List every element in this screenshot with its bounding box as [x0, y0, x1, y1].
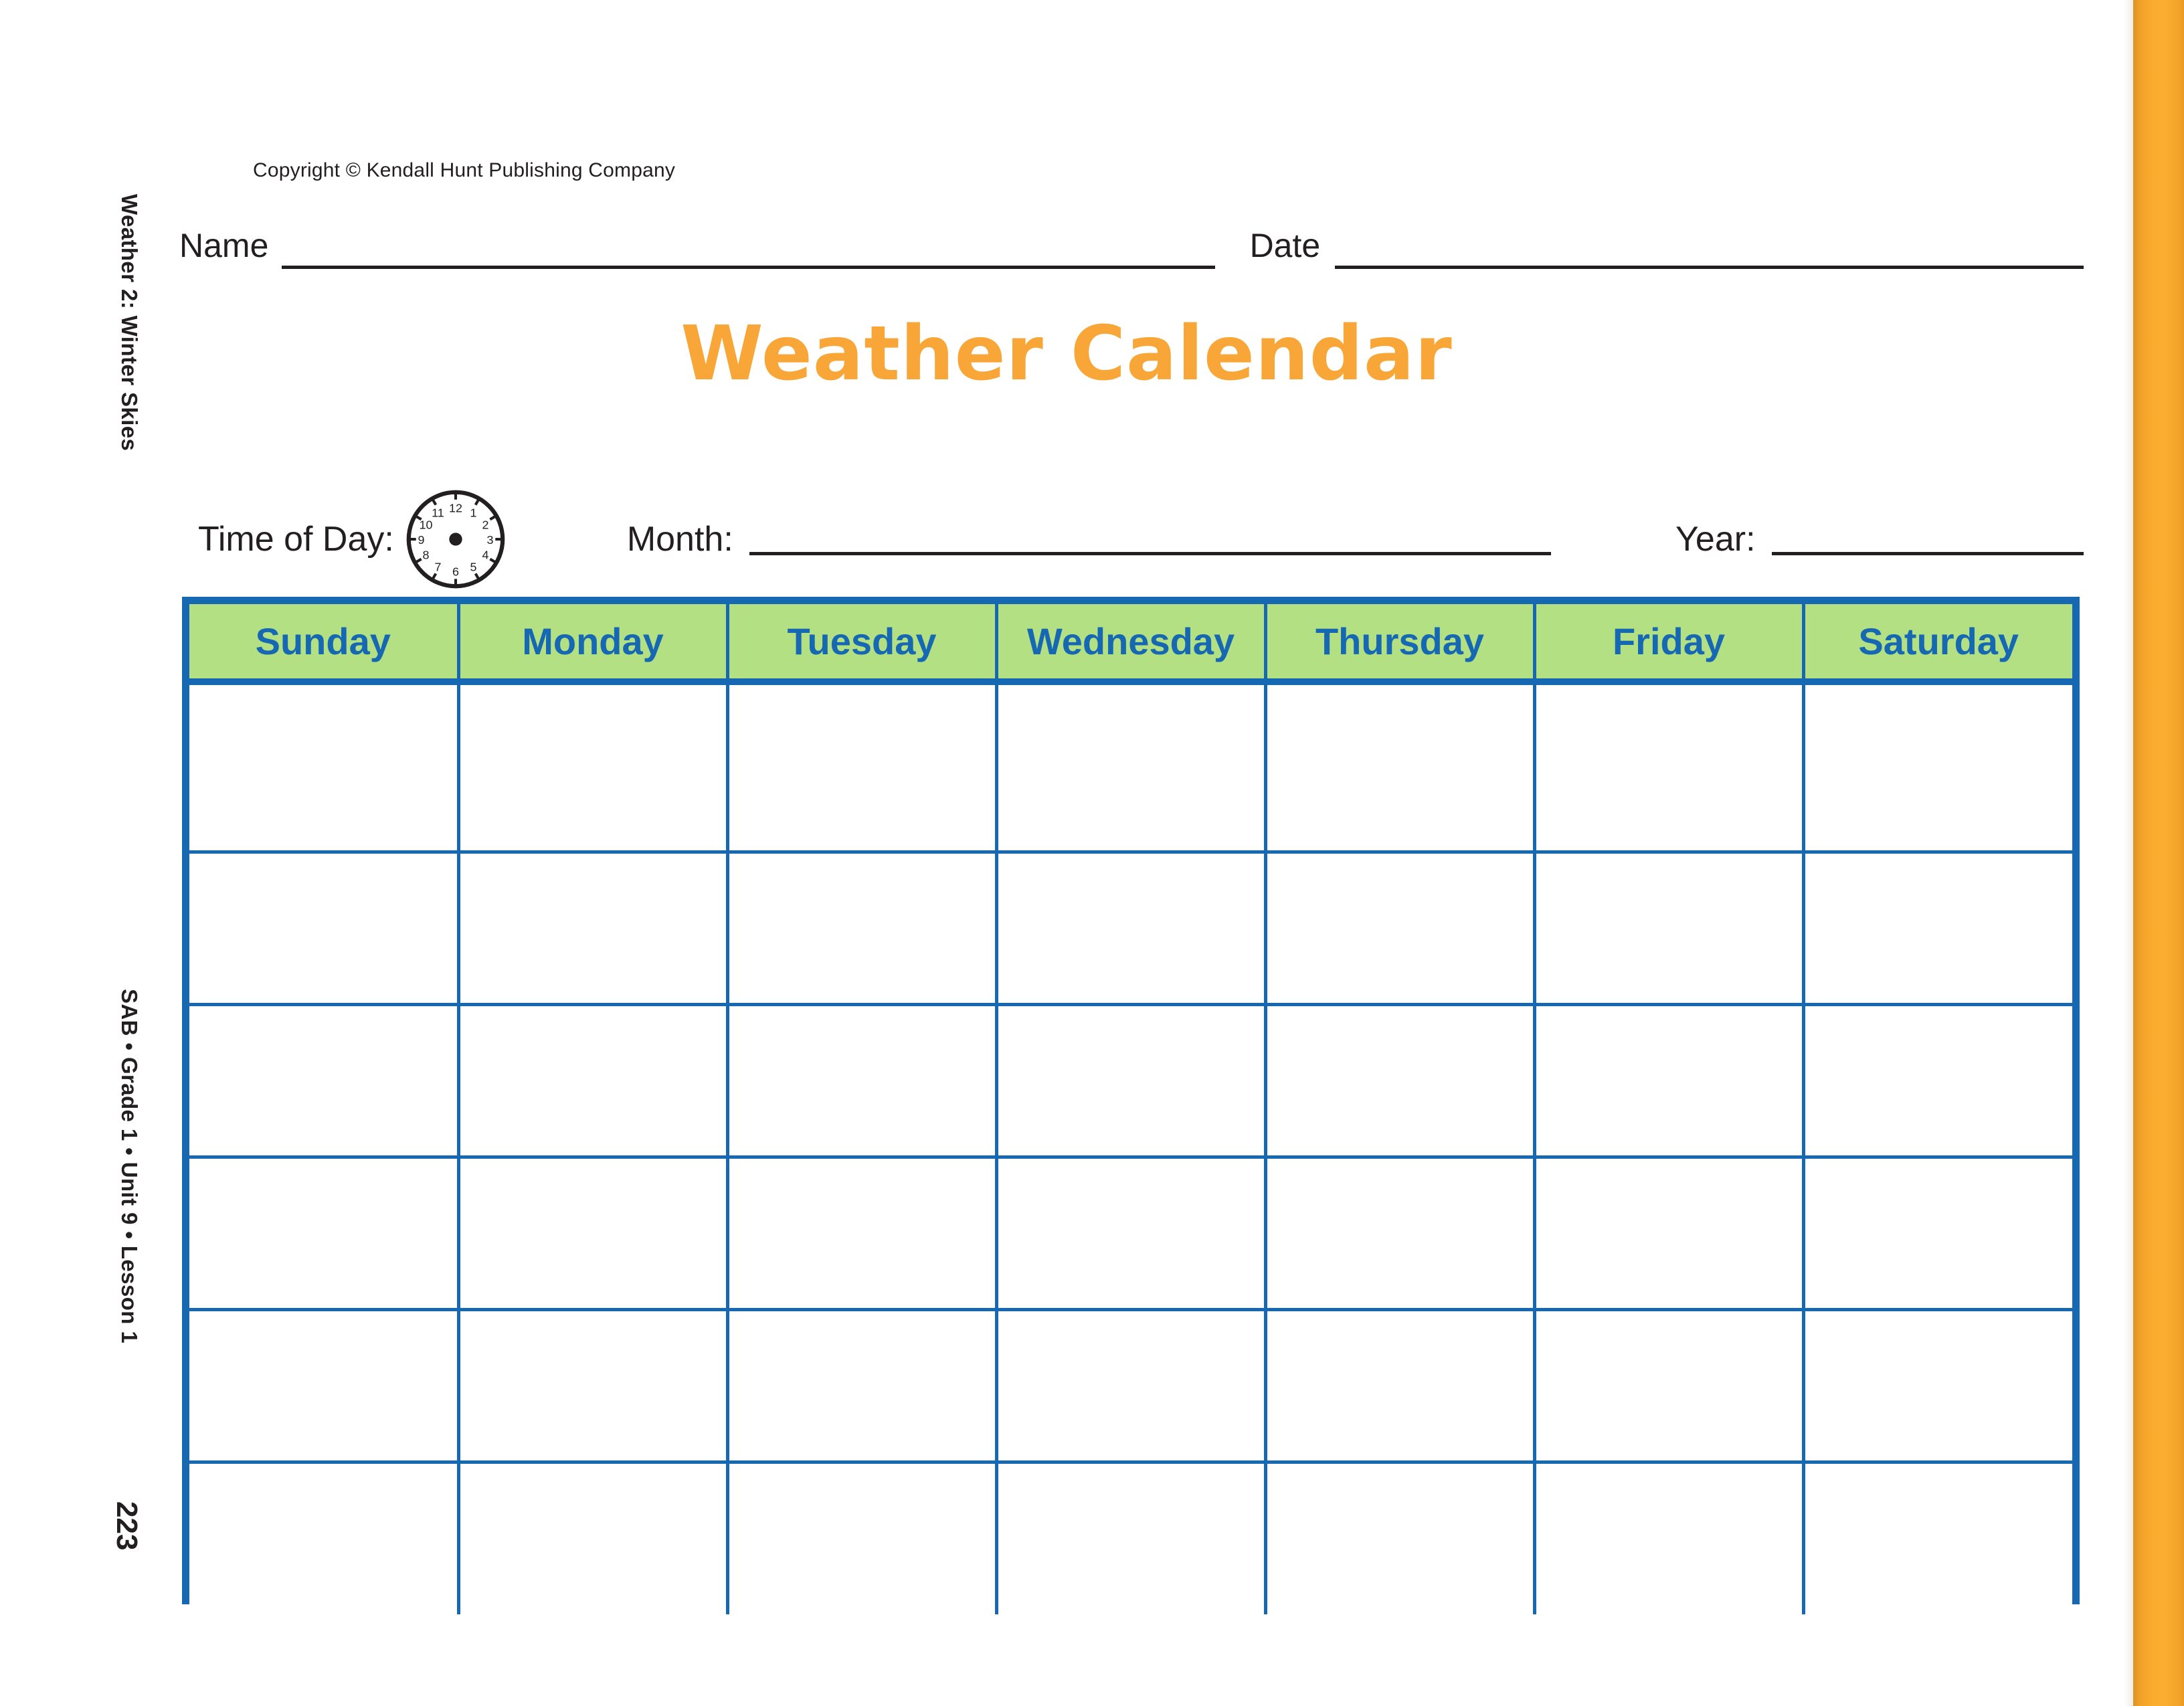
svg-text:1: 1 — [470, 506, 476, 519]
calendar-cell[interactable] — [725, 1002, 996, 1157]
calendar-cell[interactable] — [189, 682, 458, 852]
svg-text:7: 7 — [434, 561, 441, 574]
worksheet-page: Weather 2: Winter Skies SAB • Grade 1 • … — [0, 0, 2184, 1706]
calendar-cell[interactable] — [1263, 1002, 1534, 1157]
day-header-tuesday: Tuesday — [725, 604, 996, 685]
calendar-week-row — [189, 1307, 2072, 1462]
calendar-cell[interactable] — [725, 1307, 996, 1462]
time-month-year-row: Time of Day: 12 1 2 3 4 5 6 7 8 9 10 11 … — [198, 490, 2084, 589]
month-field: Month: — [627, 519, 1551, 559]
calendar-cell[interactable] — [1532, 850, 1803, 1004]
calendar-week-row — [189, 1002, 2072, 1157]
day-header-thursday: Thursday — [1263, 604, 1534, 685]
name-label: Name — [179, 227, 269, 264]
calendar-cell[interactable] — [456, 682, 727, 852]
calendar-cell[interactable] — [1532, 1002, 1803, 1157]
svg-text:11: 11 — [432, 506, 444, 519]
calendar-cell[interactable] — [725, 682, 996, 852]
calendar-cell[interactable] — [994, 850, 1265, 1004]
svg-text:5: 5 — [470, 561, 476, 574]
calendar-cell[interactable] — [725, 1155, 996, 1309]
calendar-cell[interactable] — [1532, 1460, 1803, 1614]
svg-text:2: 2 — [482, 518, 488, 531]
calendar-cell[interactable] — [994, 1460, 1265, 1614]
calendar-cell[interactable] — [1801, 1460, 2072, 1614]
svg-text:10: 10 — [419, 518, 432, 531]
calendar-cell[interactable] — [1263, 682, 1534, 852]
calendar-cell[interactable] — [1532, 682, 1803, 852]
calendar-week-row — [189, 1155, 2072, 1309]
calendar-cell[interactable] — [189, 850, 458, 1004]
weather-calendar-grid: Sunday Monday Tuesday Wednesday Thursday… — [182, 597, 2080, 1614]
month-input-line[interactable] — [749, 552, 1551, 555]
calendar-cell[interactable] — [1263, 1155, 1534, 1309]
calendar-cell[interactable] — [189, 1002, 458, 1157]
calendar-cell[interactable] — [1801, 1002, 2072, 1157]
svg-text:9: 9 — [418, 533, 424, 547]
calendar-cell[interactable] — [189, 1155, 458, 1309]
page-edge-strip — [2133, 0, 2184, 1706]
calendar-cell[interactable] — [189, 1307, 458, 1462]
calendar-cell[interactable] — [1801, 682, 2072, 852]
calendar-body — [189, 682, 2072, 1614]
day-header-saturday: Saturday — [1801, 604, 2072, 685]
calendar-cell[interactable] — [1532, 1307, 1803, 1462]
calendar-cell[interactable] — [1801, 1307, 2072, 1462]
calendar-week-row — [189, 1460, 2072, 1614]
page-number: 223 — [110, 1501, 143, 1551]
svg-text:4: 4 — [482, 549, 488, 562]
name-date-row: Name Date — [179, 226, 2084, 274]
side-lesson-meta: SAB • Grade 1 • Unit 9 • Lesson 1 — [117, 989, 142, 1344]
calendar-cell[interactable] — [1801, 1155, 2072, 1309]
svg-text:8: 8 — [422, 549, 429, 562]
calendar-cell[interactable] — [456, 1307, 727, 1462]
calendar-header-row: Sunday Monday Tuesday Wednesday Thursday… — [189, 604, 2072, 685]
page-title: Weather Calendar — [680, 310, 1453, 397]
year-input-line[interactable] — [1771, 552, 2084, 555]
calendar-cell[interactable] — [1801, 850, 2072, 1004]
calendar-week-row — [189, 682, 2072, 852]
calendar-table: Sunday Monday Tuesday Wednesday Thursday… — [189, 604, 2072, 1614]
year-field: Year: — [1675, 519, 2084, 559]
calendar-cell[interactable] — [456, 1002, 727, 1157]
calendar-cell[interactable] — [189, 1460, 458, 1614]
calendar-cell[interactable] — [725, 1460, 996, 1614]
calendar-cell[interactable] — [456, 850, 727, 1004]
calendar-cell[interactable] — [1532, 1155, 1803, 1309]
calendar-cell[interactable] — [1263, 1307, 1534, 1462]
day-header-friday: Friday — [1532, 604, 1803, 685]
copyright-notice: Copyright © Kendall Hunt Publishing Comp… — [253, 159, 676, 181]
year-label: Year: — [1675, 520, 1756, 559]
calendar-cell[interactable] — [994, 1002, 1265, 1157]
date-input-line[interactable] — [1335, 266, 2084, 269]
calendar-week-row — [189, 850, 2072, 1004]
calendar-cell[interactable] — [994, 1155, 1265, 1309]
svg-text:6: 6 — [452, 565, 459, 579]
calendar-cell[interactable] — [456, 1460, 727, 1614]
day-header-monday: Monday — [456, 604, 727, 685]
calendar-cell[interactable] — [456, 1155, 727, 1309]
calendar-cell[interactable] — [1263, 1460, 1534, 1614]
page-edge-shadow — [2124, 0, 2133, 1706]
calendar-cell[interactable] — [1263, 850, 1534, 1004]
time-of-day-label: Time of Day: — [198, 520, 394, 559]
clock-icon[interactable]: 12 1 2 3 4 5 6 7 8 9 10 11 — [403, 487, 508, 591]
svg-text:12: 12 — [449, 501, 462, 514]
calendar-cell[interactable] — [725, 850, 996, 1004]
day-header-sunday: Sunday — [189, 604, 458, 685]
calendar-cell[interactable] — [994, 682, 1265, 852]
calendar-cell[interactable] — [994, 1307, 1265, 1462]
svg-text:3: 3 — [486, 533, 493, 547]
date-label: Date — [1249, 227, 1321, 264]
month-label: Month: — [626, 520, 733, 559]
name-input-line[interactable] — [282, 266, 1215, 269]
day-header-wednesday: Wednesday — [994, 604, 1265, 685]
